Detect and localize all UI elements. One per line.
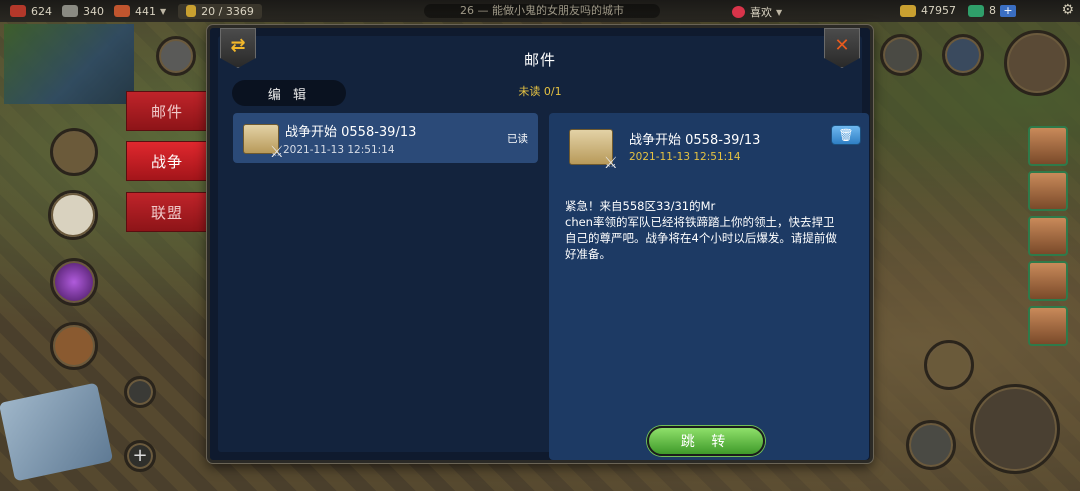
gem-value: 8 (989, 4, 996, 17)
hero-portrait-5[interactable] (1028, 306, 1068, 346)
news-ticker[interactable]: 26 — 能做小鬼的女朋友吗的城市 (424, 4, 660, 18)
settings-icon[interactable]: ⚙ (1061, 2, 1074, 18)
gold-value: 47957 (921, 4, 956, 17)
resource-1-value: 624 (31, 4, 52, 18)
war-mail-icon (569, 129, 618, 172)
player-avatar[interactable] (1004, 30, 1070, 96)
wood-icon (114, 5, 130, 17)
orb-icon[interactable] (50, 258, 98, 306)
horn-icon[interactable] (880, 34, 922, 76)
tab-war-label: 战争 (150, 152, 183, 171)
tab-war[interactable]: 战争 (126, 141, 208, 181)
mail-panel: 邮件 未读 0/1 编 辑 战争开始 0558-39/13 2021-11-13… (207, 25, 873, 463)
gold-display[interactable]: 47957 (900, 4, 956, 17)
population-display[interactable]: 20 / 3369 (178, 3, 262, 19)
tab-mail[interactable]: 邮件 (126, 91, 208, 131)
backpack-icon[interactable] (50, 322, 98, 370)
list-item[interactable]: 战争开始 0558-39/13 2021-11-13 12:51:14 已读 (233, 113, 538, 163)
add-gems-button[interactable]: + (1000, 4, 1016, 17)
resource-3[interactable]: 441 ▼ (114, 5, 166, 18)
detail-body: 紧急！来自558区33/31的Mr chen率领的军队已经将铁蹄踏上你的领土，快… (565, 199, 837, 261)
resource-3-value: 441 (135, 4, 156, 18)
delete-button[interactable]: 🗑 (831, 125, 861, 145)
hammer-icon[interactable] (970, 384, 1060, 474)
helmet-icon[interactable] (942, 34, 984, 76)
layers-icon[interactable] (124, 376, 156, 408)
war-mail-icon (243, 124, 284, 161)
mail-item-status: 已读 (507, 133, 528, 145)
close-icon: ✕ (834, 35, 850, 56)
ticker-level: 26 (460, 4, 474, 17)
resource-2[interactable]: 340 (62, 5, 104, 18)
mail-detail: 战争开始 0558-39/13 2021-11-13 12:51:14 🗑 紧急… (549, 113, 869, 460)
favor-display[interactable]: 喜欢 ▼ (732, 4, 782, 20)
gem-display[interactable]: 8 + (968, 4, 1016, 17)
shovel-icon[interactable] (906, 420, 956, 470)
detail-time: 2021-11-13 12:51:14 (629, 151, 741, 163)
chevron-down-icon[interactable]: ▼ (160, 7, 166, 16)
tab-alliance[interactable]: 联盟 (126, 192, 208, 232)
scroll-icon[interactable] (924, 340, 974, 390)
gold-icon (900, 4, 916, 17)
chat-button[interactable] (156, 36, 196, 76)
refresh-icon: ⇄ (230, 35, 246, 56)
detail-title: 战争开始 0558-39/13 (629, 133, 761, 148)
minimap[interactable] (4, 24, 134, 104)
population-icon (186, 5, 197, 17)
calendar-icon[interactable] (48, 190, 98, 240)
page-title: 邮件 (523, 51, 556, 69)
gear-icon[interactable] (50, 128, 98, 176)
hero-portrait-3[interactable] (1028, 216, 1068, 256)
favor-label: 喜欢 (750, 6, 772, 19)
hero-portrait-1[interactable] (1028, 126, 1068, 166)
mail-panel-body: 邮件 未读 0/1 编 辑 战争开始 0558-39/13 2021-11-13… (218, 36, 869, 460)
add-icon[interactable]: + (124, 440, 156, 472)
hero-portrait-4[interactable] (1028, 261, 1068, 301)
chevron-down-icon[interactable]: ▼ (776, 8, 782, 17)
hero-portrait-2[interactable] (1028, 171, 1068, 211)
mail-item-title: 战争开始 0558-39/13 (285, 125, 417, 140)
edit-button[interactable]: 编 辑 (232, 80, 346, 106)
resource-1[interactable]: 624 (10, 5, 52, 18)
trash-icon: 🗑 (838, 128, 854, 142)
tab-alliance-label: 联盟 (150, 203, 183, 222)
map-scroll-icon[interactable] (0, 382, 114, 482)
mail-item-time: 2021-11-13 12:51:14 (283, 144, 395, 156)
tab-mail-label: 邮件 (150, 102, 183, 121)
population-value: 20 / 3369 (201, 4, 254, 18)
heart-icon (732, 6, 745, 18)
iron-icon (62, 5, 78, 17)
ticker-text: 能做小鬼的女朋友吗的城市 (492, 4, 624, 17)
jump-button[interactable]: 跳 转 (647, 426, 765, 456)
gem-icon (968, 4, 984, 17)
food-icon (10, 5, 26, 17)
resource-2-value: 340 (83, 4, 104, 18)
